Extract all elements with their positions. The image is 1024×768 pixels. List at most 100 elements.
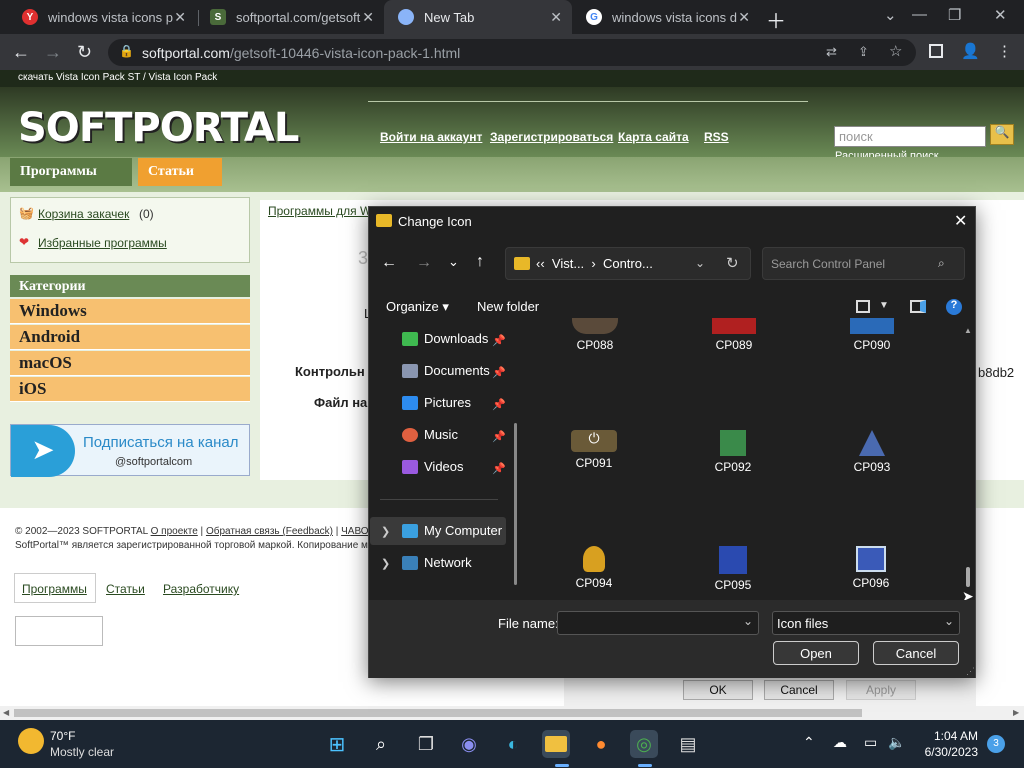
close-tab-icon[interactable]: ✕ [174,9,186,26]
tree-scrollbar[interactable] [514,423,517,585]
chat-icon[interactable]: ◉ [455,730,483,758]
share-icon[interactable]: ⇪ [858,44,869,60]
chevron-right-icon[interactable]: ❯ [381,557,390,570]
pin-icon[interactable]: 📌 [492,366,506,379]
view-options-icon[interactable] [856,300,870,313]
softportal-logo[interactable]: SOFTPORTAL [18,105,299,151]
translate-icon[interactable]: ⇄ [826,44,837,60]
open-button[interactable]: Open [773,641,859,665]
close-window-icon[interactable]: ✕ [994,6,1007,24]
close-tab-icon[interactable]: ✕ [738,9,750,26]
notification-badge[interactable]: 3 [987,735,1005,753]
sitemap-link[interactable]: Карта сайта [618,130,689,144]
tab-yandex[interactable]: Y windows vista icons pa ✕ [8,0,196,34]
volume-icon[interactable]: 🔈 [888,734,905,751]
cancel-button[interactable]: Cancel [764,680,834,700]
show-hidden-icons[interactable]: ⌃ [803,734,815,751]
nav-programs[interactable]: Программы [10,158,132,186]
tab-softportal[interactable]: S softportal.com/getsoft ✕ [196,0,384,34]
search-icon[interactable]: 🔍 [990,124,1014,145]
edge-icon[interactable]: ◐ [499,730,527,758]
display-icon[interactable]: ▭ [864,734,877,751]
resize-grip-icon[interactable]: ⋰ [966,666,975,677]
search-icon[interactable]: ⌕ [367,730,395,758]
chrome-icon[interactable]: ◎ [630,730,658,758]
icon-item-cp089[interactable]: CP089 [704,318,764,352]
chevron-down-icon[interactable]: ▼ [879,300,889,311]
chevron-down-icon[interactable]: ⌄ [944,614,954,628]
pin-icon[interactable]: 📌 [492,334,506,347]
up-arrow-icon[interactable]: ↑ [476,253,484,271]
weather-temperature[interactable]: 70°F [50,729,75,743]
forward-icon[interactable]: → [44,42,62,63]
url-text[interactable]: softportal.com/getsoft-10446-vista-icon-… [142,45,460,61]
icon-item-cp094[interactable]: CP094 [564,546,624,590]
side-panel-icon[interactable] [929,44,943,58]
clock-time[interactable]: 1:04 AM [930,729,978,743]
telegram-banner[interactable]: ➤ Подписаться на канал @softportalcom [10,424,250,477]
chevron-down-icon[interactable]: ⌄ [743,614,753,628]
task-view-icon[interactable]: ❐ [412,730,440,758]
close-tab-icon[interactable]: ✕ [362,9,374,26]
back-arrow-icon[interactable]: ← [381,254,397,272]
chevron-down-icon[interactable]: ⌄ [695,256,705,270]
back-icon[interactable]: ← [12,42,30,63]
faq-link[interactable]: ЧАВО [341,526,368,537]
chevron-right-icon[interactable]: ❯ [381,525,390,538]
tree-item-downloads[interactable]: Downloads [402,331,488,346]
pin-icon[interactable]: 📌 [492,462,506,475]
file-type-select[interactable]: Icon files [772,611,960,635]
file-name-input[interactable] [557,611,759,635]
scroll-right-icon[interactable]: ▶ [1013,708,1019,717]
weather-description[interactable]: Mostly clear [50,745,114,759]
forward-arrow-icon[interactable]: → [416,254,432,272]
tab-google[interactable]: G windows vista icons do ✕ [572,0,760,34]
icon-item-cp096[interactable]: CP096 [841,546,901,590]
file-explorer-icon[interactable] [542,730,570,758]
search-input[interactable]: Search Control Panel [762,247,965,280]
register-link[interactable]: Зарегистрироваться [490,130,613,144]
refresh-icon[interactable]: ↻ [726,254,739,272]
footer-tab-programs[interactable]: Программы [22,582,87,596]
start-icon[interactable]: ⊞ [323,730,351,758]
search-icon[interactable]: ⌕ [938,256,945,271]
cart-link[interactable]: Корзина закачек [38,207,129,221]
icon-item-cp090[interactable]: CP090 [842,318,902,352]
breadcrumb[interactable]: Программы для W [268,204,371,218]
moon-weather-icon[interactable] [18,728,44,754]
icon-item-cp092[interactable]: CP092 [703,430,763,474]
tab-new-tab[interactable]: New Tab ✕ [384,0,572,34]
footer-tab-articles[interactable]: Статьи [106,582,145,596]
new-tab-icon[interactable]: ＋ [766,5,786,34]
site-search-input[interactable]: поиск [834,126,986,147]
minimize-icon[interactable]: — [912,6,927,23]
address-path[interactable]: ‹‹ Vist... › Contro... [536,256,653,271]
tree-item-pictures[interactable]: Pictures [402,395,471,410]
icon-item-cp095[interactable]: CP095 [703,546,763,592]
tree-item-my-computer[interactable]: My Computer [402,523,502,538]
pin-icon[interactable]: 📌 [492,430,506,443]
footer-tab-developers[interactable]: Разработчику [163,582,239,596]
recent-locations-icon[interactable]: ⌄ [448,254,459,270]
nav-articles[interactable]: Статьи [138,158,222,186]
profile-icon[interactable]: 👤 [961,42,980,60]
preview-pane-icon[interactable] [910,300,926,313]
organize-button[interactable]: Organize ▾ [386,299,449,315]
ok-button[interactable]: OK [683,680,753,700]
cancel-button[interactable]: Cancel [873,641,959,665]
scroll-left-icon[interactable]: ◀ [3,708,9,717]
icon-item-cp093[interactable]: CP093 [842,430,902,474]
icon-grid-scrollbar[interactable] [964,325,974,600]
login-link[interactable]: Войти на аккаунт [380,130,482,144]
category-android[interactable]: Android [10,325,250,350]
category-ios[interactable]: iOS [10,377,250,402]
bookmark-star-icon[interactable]: ☆ [889,42,902,60]
lock-icon[interactable]: 🔒 [119,44,134,58]
network-icon[interactable]: ☁ [833,734,847,751]
scroll-up-icon[interactable]: ▲ [964,326,972,335]
close-icon[interactable]: ✕ [954,211,967,231]
tree-item-documents[interactable]: Documents [402,363,490,378]
help-icon[interactable]: ? [946,299,962,315]
icon-grid-scrollbar-thumb[interactable] [966,567,970,587]
category-windows[interactable]: Windows [10,299,250,324]
